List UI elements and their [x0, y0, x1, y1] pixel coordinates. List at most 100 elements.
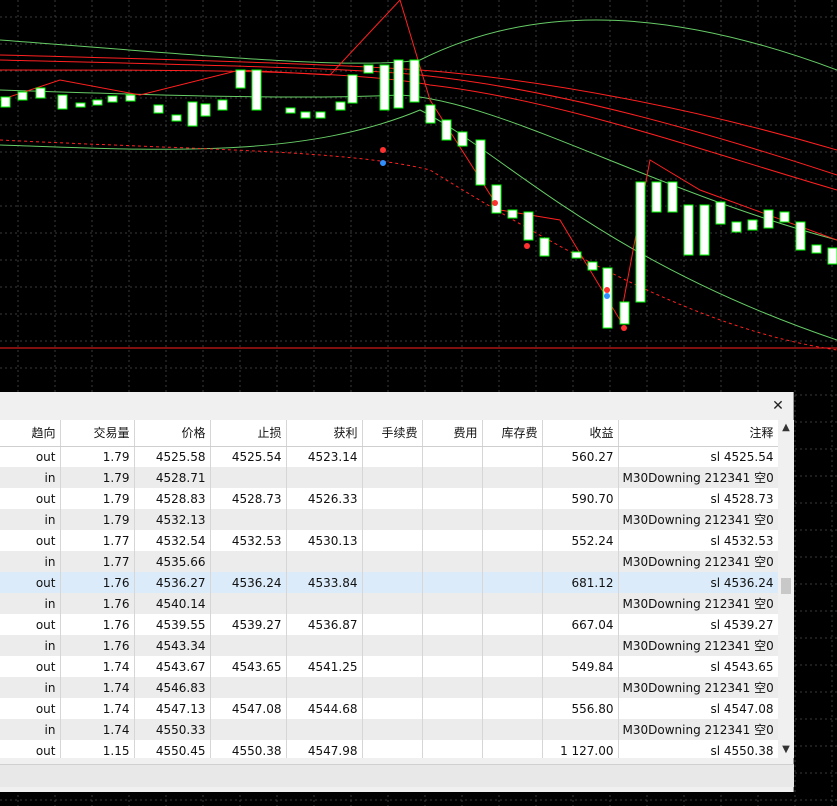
- profit-cell: [542, 551, 619, 572]
- candle: [17, 91, 28, 101]
- volume-cell: 1.74: [60, 719, 135, 740]
- direction-cell: in: [0, 509, 61, 530]
- commission-cell: [362, 698, 423, 719]
- scroll-up-icon[interactable]: ▲: [778, 420, 794, 436]
- volume-cell: 1.77: [60, 551, 135, 572]
- col-commission-header[interactable]: 手续费: [362, 420, 423, 447]
- candle: [35, 87, 46, 99]
- col-fee-header[interactable]: 费用: [422, 420, 483, 447]
- comment-cell: sl 4532.53: [618, 530, 778, 551]
- table-row[interactable]: out 1.77 4532.54 4532.53 4530.13 552.24 sl 453…: [0, 530, 778, 551]
- commission-cell: [362, 551, 423, 572]
- profit-cell: [542, 719, 619, 740]
- col-swap-header[interactable]: 库存费: [482, 420, 543, 447]
- profit-cell: 590.70: [542, 488, 619, 509]
- take-profit-cell: [286, 551, 363, 572]
- fee-cell: [422, 656, 483, 677]
- comment-cell: M30Downing 212341 空0: [618, 719, 778, 740]
- candle: [393, 59, 404, 109]
- table-row[interactable]: out 1.15 4550.45 4550.38 4547.98 1 127.00 sl 4…: [0, 740, 778, 758]
- take-profit-cell: [286, 593, 363, 614]
- candle: [285, 107, 296, 114]
- fee-cell: [422, 509, 483, 530]
- candle: [0, 96, 11, 108]
- price-cell: 4546.83: [134, 677, 211, 698]
- volume-cell: 1.79: [60, 509, 135, 530]
- swap-cell: [482, 593, 543, 614]
- profit-cell: 1 127.00: [542, 740, 619, 758]
- col-comment-header[interactable]: 注释: [618, 420, 778, 447]
- scroll-down-icon[interactable]: ▼: [778, 742, 794, 758]
- candle: [363, 64, 374, 74]
- table-row[interactable]: in 1.74 4550.33 M30Downing 212341 空0: [0, 719, 778, 740]
- swap-cell: [482, 698, 543, 719]
- table-row[interactable]: in 1.77 4535.66 M30Downing 212341 空0: [0, 551, 778, 572]
- direction-cell: out: [0, 698, 61, 719]
- profit-cell: 552.24: [542, 530, 619, 551]
- commission-cell: [362, 614, 423, 635]
- profit-cell: 560.27: [542, 446, 619, 467]
- panel-footer-bar: [0, 764, 794, 787]
- commission-cell: [362, 635, 423, 656]
- candle: [747, 219, 758, 231]
- close-icon[interactable]: ✕: [769, 397, 787, 415]
- fee-cell: [422, 572, 483, 593]
- col-volume-header[interactable]: 交易量: [60, 420, 135, 447]
- table-row[interactable]: in 1.79 4528.71 M30Downing 212341 空0: [0, 467, 778, 488]
- volume-cell: 1.79: [60, 446, 135, 467]
- table-row[interactable]: out 1.76 4536.27 4536.24 4533.84 681.12 sl 453…: [0, 572, 778, 593]
- table-row[interactable]: out 1.76 4539.55 4539.27 4536.87 667.04 sl 453…: [0, 614, 778, 635]
- table-row[interactable]: out 1.79 4528.83 4528.73 4526.33 590.70 sl 452…: [0, 488, 778, 509]
- direction-cell: in: [0, 593, 61, 614]
- table-row[interactable]: out 1.79 4525.58 4525.54 4523.14 560.27 sl 452…: [0, 446, 778, 467]
- stop-loss-cell: 4539.27: [210, 614, 287, 635]
- candle: [795, 221, 806, 251]
- direction-cell: out: [0, 446, 61, 467]
- table-row[interactable]: in 1.79 4532.13 M30Downing 212341 空0: [0, 509, 778, 530]
- candle: [75, 102, 86, 108]
- trade-marker-icon: [604, 293, 610, 299]
- table-row[interactable]: out 1.74 4543.67 4543.65 4541.25 549.84 sl 454…: [0, 656, 778, 677]
- swap-cell: [482, 740, 543, 758]
- table-row[interactable]: out 1.74 4547.13 4547.08 4544.68 556.80 sl 454…: [0, 698, 778, 719]
- direction-cell: in: [0, 719, 61, 740]
- scrollbar-thumb[interactable]: [781, 578, 791, 594]
- stop-loss-cell: 4528.73: [210, 488, 287, 509]
- table-row[interactable]: in 1.76 4543.34 M30Downing 212341 空0: [0, 635, 778, 656]
- volume-cell: 1.74: [60, 698, 135, 719]
- col-price-header[interactable]: 价格: [134, 420, 211, 447]
- swap-cell: [482, 656, 543, 677]
- table-row[interactable]: in 1.76 4540.14 M30Downing 212341 空0: [0, 593, 778, 614]
- take-profit-cell: 4523.14: [286, 446, 363, 467]
- price-cell: 4540.14: [134, 593, 211, 614]
- candle: [635, 181, 646, 303]
- fee-cell: [422, 488, 483, 509]
- take-profit-cell: [286, 467, 363, 488]
- col-profit-header[interactable]: 收益: [542, 420, 619, 447]
- price-cell: 4543.34: [134, 635, 211, 656]
- table-row[interactable]: in 1.74 4546.83 M30Downing 212341 空0: [0, 677, 778, 698]
- swap-cell: [482, 614, 543, 635]
- candle: [379, 64, 390, 111]
- stop-loss-cell: 4532.53: [210, 530, 287, 551]
- col-direction-header[interactable]: 趋向: [0, 420, 61, 447]
- trade-table-container[interactable]: 趋向 交易量 价格 止损 获利 手续费 费用 库存费 收益 注释 out 1.79 4525.58 45…: [0, 420, 778, 758]
- candle: [457, 131, 468, 147]
- candle: [699, 204, 710, 256]
- comment-cell: sl 4543.65: [618, 656, 778, 677]
- comment-cell: M30Downing 212341 空0: [618, 551, 778, 572]
- price-cell: 4536.27: [134, 572, 211, 593]
- col-stop-loss-header[interactable]: 止损: [210, 420, 287, 447]
- candle: [475, 139, 486, 186]
- col-take-profit-header[interactable]: 获利: [286, 420, 363, 447]
- vertical-scrollbar[interactable]: ▲ ▼: [778, 420, 794, 758]
- volume-cell: 1.76: [60, 593, 135, 614]
- profit-cell: [542, 509, 619, 530]
- table-header-row: 趋向 交易量 价格 止损 获利 手续费 费用 库存费 收益 注释: [0, 420, 778, 447]
- volume-cell: 1.77: [60, 530, 135, 551]
- comment-cell: sl 4539.27: [618, 614, 778, 635]
- candle: [315, 111, 326, 119]
- candle: [300, 111, 311, 119]
- commission-cell: [362, 572, 423, 593]
- direction-cell: out: [0, 488, 61, 509]
